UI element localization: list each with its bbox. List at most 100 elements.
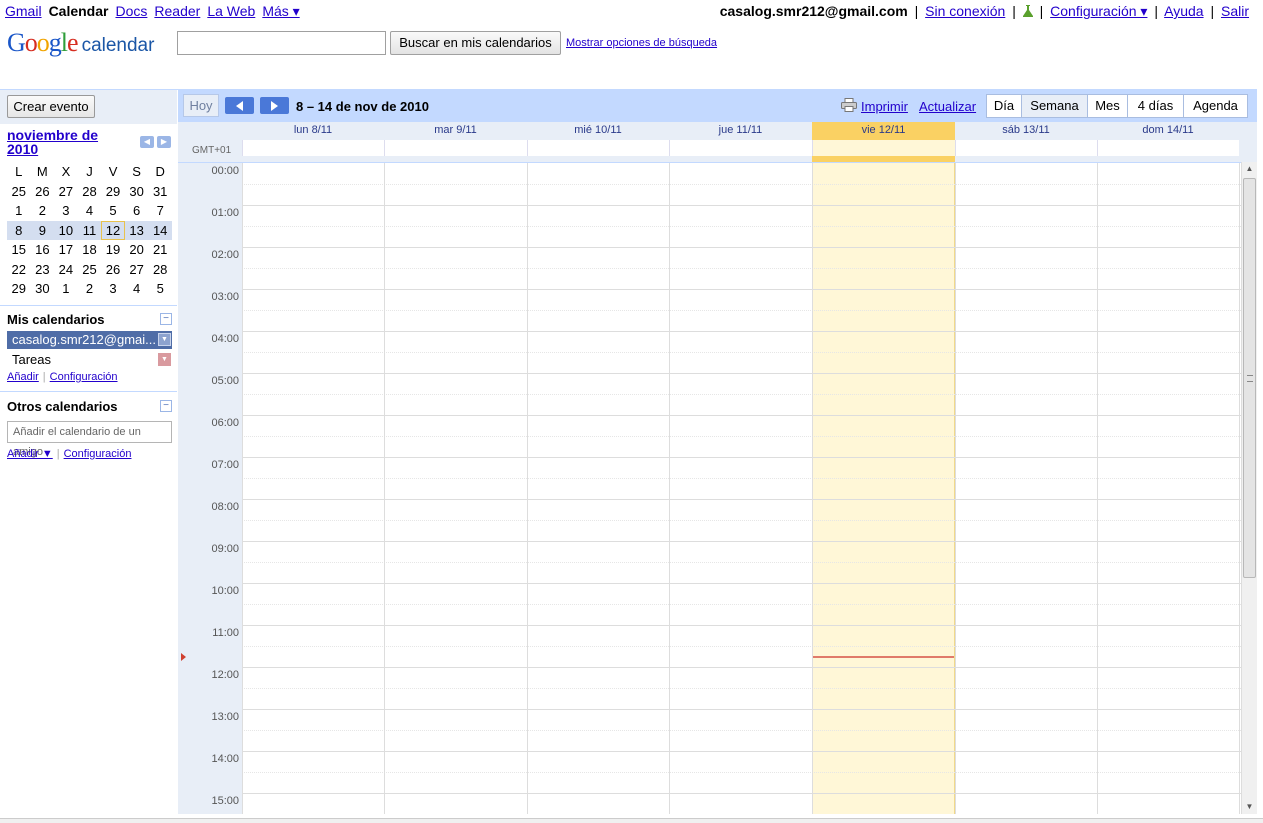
mini-calendar-day[interactable]: 30: [125, 182, 149, 202]
day-column-header[interactable]: lun 8/11: [242, 122, 384, 162]
all-day-cell[interactable]: [812, 140, 955, 156]
search-input[interactable]: [177, 31, 386, 55]
day-label[interactable]: dom 14/11: [1097, 124, 1239, 136]
day-label[interactable]: lun 8/11: [242, 124, 384, 136]
day-column-header[interactable]: mié 10/11: [527, 122, 669, 162]
mini-calendar-day[interactable]: 27: [125, 260, 149, 280]
search-calendars-button[interactable]: Buscar en mis calendarios: [390, 31, 561, 55]
offline-link[interactable]: Sin conexión: [925, 3, 1005, 19]
day-label[interactable]: sáb 13/11: [955, 124, 1097, 136]
mini-calendar-next-button[interactable]: ▶: [157, 136, 171, 148]
scroll-up-arrow-icon[interactable]: ▲: [1242, 162, 1257, 176]
print-link[interactable]: Imprimir: [861, 99, 908, 114]
other-calendars-settings-link[interactable]: Configuración: [64, 448, 132, 460]
mini-calendar-day[interactable]: 3: [101, 279, 125, 299]
mini-calendar-day[interactable]: 23: [31, 260, 55, 280]
search-options-link[interactable]: Mostrar opciones de búsqueda: [566, 37, 717, 49]
mini-calendar-day[interactable]: 13: [124, 220, 149, 240]
mini-calendar-day[interactable]: 6: [125, 201, 149, 221]
all-day-cell[interactable]: [527, 140, 669, 156]
mini-calendar-day[interactable]: 4: [125, 279, 149, 299]
app-link-4[interactable]: La Web: [207, 3, 255, 19]
previous-week-button[interactable]: [225, 97, 254, 114]
mini-calendar-day[interactable]: 2: [31, 201, 55, 221]
refresh-link[interactable]: Actualizar: [919, 99, 976, 114]
mini-calendar-day[interactable]: 26: [31, 182, 55, 202]
mini-calendar-day[interactable]: 25: [7, 182, 31, 202]
mini-calendar-day[interactable]: 29: [7, 279, 31, 299]
day-column-header[interactable]: dom 14/11: [1097, 122, 1239, 162]
mini-calendar-day[interactable]: 5: [148, 279, 172, 299]
day-label[interactable]: vie 12/11: [812, 124, 955, 136]
mini-calendar-day[interactable]: 2: [78, 279, 102, 299]
mini-calendar-day[interactable]: 14: [148, 220, 172, 240]
view-tab-4[interactable]: Agenda: [1184, 94, 1248, 118]
mini-calendar-day[interactable]: 18: [78, 240, 102, 260]
help-link[interactable]: Ayuda: [1164, 3, 1203, 19]
day-label[interactable]: mié 10/11: [527, 124, 669, 136]
mini-calendar-day[interactable]: 26: [101, 260, 125, 280]
view-tab-0[interactable]: Día: [986, 94, 1022, 118]
app-link-3[interactable]: Reader: [154, 3, 200, 19]
day-label[interactable]: jue 11/11: [669, 124, 812, 136]
mini-calendar-day[interactable]: 21: [148, 240, 172, 260]
calendar-options-dropdown-icon[interactable]: ▼: [158, 353, 171, 366]
scroll-down-arrow-icon[interactable]: ▼: [1242, 800, 1257, 814]
labs-flask-icon[interactable]: [1022, 5, 1033, 17]
add-friend-calendar-input[interactable]: Añadir el calendario de un amigo: [7, 421, 172, 458]
all-day-cell[interactable]: [1097, 140, 1239, 156]
mini-calendar-day[interactable]: 1: [54, 279, 78, 299]
time-grid[interactable]: 00:00 01:00 02:00 03:00 04:00 05:00 06:00 07:00…: [178, 162, 1241, 814]
google-calendar-logo[interactable]: Google calendar: [7, 28, 167, 60]
mini-calendar-day[interactable]: 10: [54, 220, 78, 240]
settings-link[interactable]: Configuración ▾: [1050, 3, 1147, 19]
calendar-item-primary[interactable]: casalog.smr212@gmai... ▼: [7, 331, 172, 349]
all-day-cell[interactable]: [669, 140, 812, 156]
day-column-header[interactable]: jue 11/11: [669, 122, 812, 162]
mini-calendar-title[interactable]: noviembre de 2010: [7, 128, 117, 156]
mini-calendar-day[interactable]: 8: [7, 220, 31, 240]
mini-calendar-day[interactable]: 7: [148, 201, 172, 221]
day-label[interactable]: mar 9/11: [384, 124, 527, 136]
mini-calendar-day[interactable]: 1: [7, 201, 31, 221]
mini-calendar-day[interactable]: 20: [125, 240, 149, 260]
mini-calendar-day[interactable]: 17: [54, 240, 78, 260]
mini-calendar-prev-button[interactable]: ◀: [140, 136, 154, 148]
calendar-item-tasks[interactable]: Tareas ▼: [7, 351, 172, 369]
mini-calendar-day[interactable]: 28: [148, 260, 172, 280]
other-calendars-collapse-button[interactable]: −: [160, 400, 172, 412]
view-tab-1[interactable]: Semana: [1022, 94, 1088, 118]
mini-calendar-day[interactable]: 15: [7, 240, 31, 260]
mini-calendar-day[interactable]: 29: [101, 182, 125, 202]
mini-calendar-day[interactable]: 31: [148, 182, 172, 202]
mini-calendar-day[interactable]: 3: [54, 201, 78, 221]
app-link-5[interactable]: Más ▾: [262, 3, 299, 19]
signout-link[interactable]: Salir: [1221, 3, 1249, 19]
mini-calendar-day[interactable]: 30: [31, 279, 55, 299]
other-calendars-title[interactable]: Otros calendarios: [7, 399, 118, 414]
view-tab-2[interactable]: Mes: [1088, 94, 1128, 118]
all-day-cell[interactable]: [955, 140, 1097, 156]
mini-calendar-day[interactable]: 24: [54, 260, 78, 280]
mini-calendar-day[interactable]: 11: [77, 220, 102, 240]
mini-calendar-day[interactable]: 25: [78, 260, 102, 280]
create-event-button[interactable]: Crear evento: [7, 95, 95, 118]
add-other-calendar-link[interactable]: Añadir ▼: [7, 448, 53, 460]
mini-calendar-day[interactable]: 22: [7, 260, 31, 280]
calendar-options-dropdown-icon[interactable]: ▼: [158, 333, 171, 346]
app-link-2[interactable]: Docs: [115, 3, 147, 19]
mini-calendar-day[interactable]: 9: [30, 220, 55, 240]
day-column-header[interactable]: vie 12/11: [812, 122, 955, 162]
mini-calendar-day[interactable]: 19: [101, 240, 125, 260]
mini-calendar-day[interactable]: 27: [54, 182, 78, 202]
today-button[interactable]: Hoy: [183, 94, 219, 117]
view-tab-3[interactable]: 4 días: [1128, 94, 1184, 118]
add-calendar-link[interactable]: Añadir: [7, 371, 39, 383]
calendar-settings-link[interactable]: Configuración: [50, 371, 118, 383]
printer-icon[interactable]: [841, 98, 857, 112]
mini-calendar-day[interactable]: 5: [101, 201, 125, 221]
scroll-thumb[interactable]: [1243, 178, 1256, 578]
mini-calendar-day[interactable]: 12: [101, 220, 125, 240]
mini-calendar-day[interactable]: 4: [78, 201, 102, 221]
mini-calendar-day[interactable]: 28: [78, 182, 102, 202]
